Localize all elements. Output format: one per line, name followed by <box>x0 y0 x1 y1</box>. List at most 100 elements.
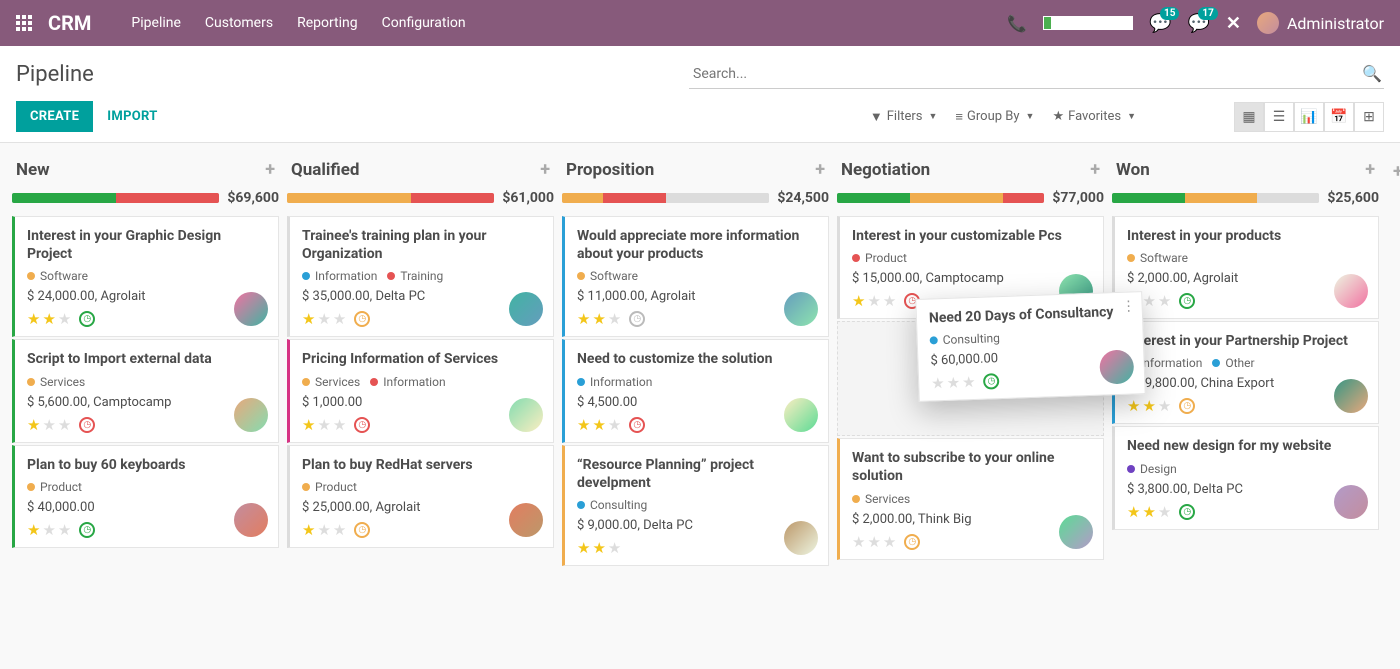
activity-icon[interactable]: ◷ <box>354 522 370 538</box>
menu-reporting[interactable]: Reporting <box>297 15 358 31</box>
assignee-avatar[interactable] <box>1334 485 1368 519</box>
priority-stars[interactable]: ★★★ <box>931 373 976 393</box>
kebab-icon[interactable]: ⋮ <box>1121 298 1136 314</box>
close-icon[interactable]: ✕ <box>1226 13 1241 34</box>
activities-icon[interactable]: 💬17 <box>1187 13 1209 34</box>
star-icon[interactable]: ★ <box>867 533 880 551</box>
quick-create-icon[interactable]: + <box>540 159 550 180</box>
search-input[interactable] <box>689 60 1384 89</box>
priority-stars[interactable]: ★★★ <box>577 310 621 328</box>
star-icon[interactable]: ★ <box>302 310 315 328</box>
conversations-icon[interactable]: 💬15 <box>1149 13 1171 34</box>
star-icon[interactable]: ★ <box>1142 503 1155 521</box>
quick-create-icon[interactable]: + <box>1090 159 1100 180</box>
activity-icon[interactable]: ◷ <box>79 417 95 433</box>
star-icon[interactable]: ★ <box>867 292 880 310</box>
star-icon[interactable]: ★ <box>58 521 71 539</box>
star-icon[interactable]: ★ <box>1158 503 1171 521</box>
activity-icon[interactable]: ◷ <box>79 522 95 538</box>
priority-stars[interactable]: ★★★ <box>852 533 896 551</box>
assignee-avatar[interactable] <box>1059 515 1093 549</box>
assignee-avatar[interactable] <box>1334 274 1368 308</box>
column-title[interactable]: Proposition <box>566 160 654 180</box>
assignee-avatar[interactable] <box>784 398 818 432</box>
favorites-dropdown[interactable]: ★Favorites▼ <box>1052 109 1136 124</box>
quick-create-icon[interactable]: + <box>1365 159 1375 180</box>
priority-stars[interactable]: ★★★ <box>302 521 346 539</box>
star-icon[interactable]: ★ <box>1158 292 1171 310</box>
kanban-card[interactable]: “Resource Planning” project develpment C… <box>562 445 829 566</box>
pivot-view-button[interactable]: ⊞ <box>1354 102 1384 132</box>
phone-icon[interactable]: 📞 <box>1007 14 1027 33</box>
activity-icon[interactable]: ◷ <box>79 311 95 327</box>
groupby-dropdown[interactable]: ≡Group By▼ <box>955 109 1034 125</box>
star-icon[interactable]: ★ <box>592 416 605 434</box>
column-progress-bar[interactable] <box>287 193 494 203</box>
quick-create-icon[interactable]: + <box>815 159 825 180</box>
column-progress-bar[interactable] <box>837 193 1044 203</box>
menu-configuration[interactable]: Configuration <box>382 15 466 31</box>
column-title[interactable]: Negotiation <box>841 160 930 180</box>
activity-icon[interactable]: ◷ <box>354 417 370 433</box>
star-icon[interactable]: ★ <box>1142 292 1155 310</box>
star-icon[interactable]: ★ <box>333 310 346 328</box>
kanban-card[interactable]: Pricing Information of Services Services… <box>287 339 554 442</box>
assignee-avatar[interactable] <box>509 503 543 537</box>
column-progress-bar[interactable] <box>12 193 219 203</box>
priority-stars[interactable]: ★★★ <box>1127 397 1171 415</box>
priority-stars[interactable]: ★★★ <box>852 292 896 310</box>
kanban-card[interactable]: Interest in your products Software $ 2,0… <box>1112 216 1379 319</box>
quick-create-icon[interactable]: + <box>265 159 275 180</box>
activity-icon[interactable]: ◷ <box>1179 293 1195 309</box>
star-icon[interactable]: ★ <box>302 416 315 434</box>
star-icon[interactable]: ★ <box>946 374 960 392</box>
kanban-card[interactable]: Interest in your Partnership Project Inf… <box>1112 321 1379 424</box>
create-button[interactable]: CREATE <box>16 101 93 132</box>
activity-icon[interactable]: ◷ <box>629 417 645 433</box>
star-icon[interactable]: ★ <box>27 416 40 434</box>
filters-dropdown[interactable]: ▼Filters▼ <box>870 109 938 125</box>
star-icon[interactable]: ★ <box>27 310 40 328</box>
star-icon[interactable]: ★ <box>317 416 330 434</box>
assignee-avatar[interactable] <box>234 398 268 432</box>
star-icon[interactable]: ★ <box>58 416 71 434</box>
star-icon[interactable]: ★ <box>577 310 590 328</box>
activity-icon[interactable]: ◷ <box>983 373 1000 390</box>
import-button[interactable]: IMPORT <box>107 109 157 124</box>
kanban-view-button[interactable]: ▦ <box>1234 102 1264 132</box>
star-icon[interactable]: ★ <box>27 521 40 539</box>
star-icon[interactable]: ★ <box>577 539 590 557</box>
star-icon[interactable]: ★ <box>962 373 976 391</box>
menu-customers[interactable]: Customers <box>205 15 273 31</box>
dragging-card[interactable]: ⋮ Need 20 Days of Consultancy Consulting… <box>915 291 1145 402</box>
star-icon[interactable]: ★ <box>42 521 55 539</box>
column-progress-bar[interactable] <box>562 193 769 203</box>
star-icon[interactable]: ★ <box>608 416 621 434</box>
priority-stars[interactable]: ★★★ <box>302 310 346 328</box>
kanban-card[interactable]: Script to Import external data Services … <box>12 339 279 442</box>
menu-pipeline[interactable]: Pipeline <box>131 15 181 31</box>
kanban-card[interactable]: Plan to buy RedHat servers Product $ 25,… <box>287 445 554 548</box>
brand[interactable]: CRM <box>48 11 91 35</box>
star-icon[interactable]: ★ <box>1127 397 1140 415</box>
star-icon[interactable]: ★ <box>577 416 590 434</box>
kanban-card[interactable]: Trainee's training plan in your Organiza… <box>287 216 554 337</box>
add-column-plus[interactable]: + <box>1387 155 1400 188</box>
column-title[interactable]: Qualified <box>291 160 359 180</box>
star-icon[interactable]: ★ <box>852 292 865 310</box>
kanban-card[interactable]: Need new design for my website Design $ … <box>1112 426 1379 529</box>
activity-icon[interactable]: ◷ <box>629 311 645 327</box>
kanban-card[interactable]: Need to customize the solution Informati… <box>562 339 829 442</box>
kanban-card[interactable]: Want to subscribe to your online solutio… <box>837 438 1104 559</box>
star-icon[interactable]: ★ <box>333 416 346 434</box>
priority-stars[interactable]: ★★★ <box>1127 503 1171 521</box>
star-icon[interactable]: ★ <box>333 521 346 539</box>
star-icon[interactable]: ★ <box>317 310 330 328</box>
priority-stars[interactable]: ★★★ <box>27 310 71 328</box>
priority-stars[interactable]: ★★★ <box>302 416 346 434</box>
star-icon[interactable]: ★ <box>883 533 896 551</box>
star-icon[interactable]: ★ <box>852 533 865 551</box>
star-icon[interactable]: ★ <box>1142 397 1155 415</box>
apps-icon[interactable] <box>16 15 32 31</box>
progress-indicator[interactable] <box>1043 16 1133 30</box>
